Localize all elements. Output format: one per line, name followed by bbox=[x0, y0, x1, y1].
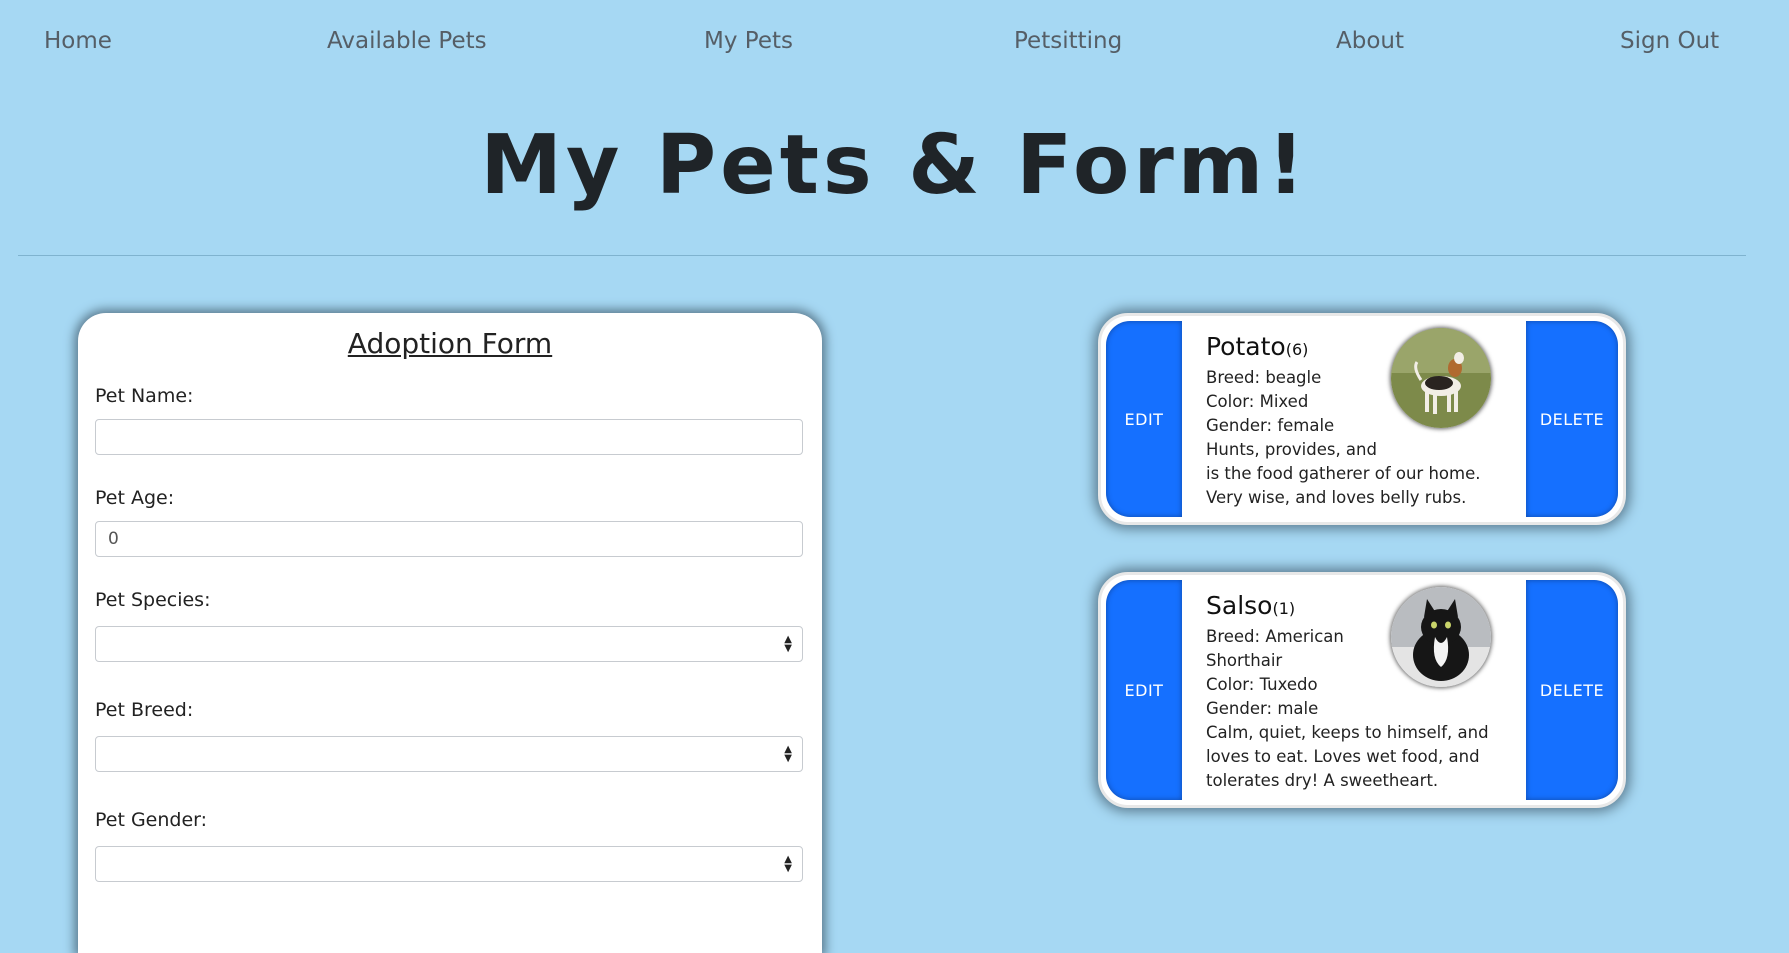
pet-name: Salso(1) bbox=[1206, 591, 1295, 620]
adoption-form: Adoption Form Pet Name: Pet Age: 0 Pet S… bbox=[78, 313, 822, 953]
delete-button[interactable]: DELETE bbox=[1526, 321, 1618, 517]
select-arrows-icon: ▲ ▼ bbox=[784, 634, 792, 654]
title-divider bbox=[18, 255, 1746, 256]
nav-my-pets[interactable]: My Pets bbox=[704, 28, 793, 54]
page-title: My Pets & Form! bbox=[480, 118, 1309, 213]
select-arrows-icon: ▲ ▼ bbox=[784, 854, 792, 874]
nav-about[interactable]: About bbox=[1336, 28, 1404, 54]
nav-home[interactable]: Home bbox=[44, 28, 112, 54]
select-arrows-icon: ▲ ▼ bbox=[784, 744, 792, 764]
tuxedo-cat-photo bbox=[1391, 587, 1491, 687]
edit-button[interactable]: EDIT bbox=[1106, 321, 1182, 517]
pet-gender-select[interactable]: ▲ ▼ bbox=[95, 846, 803, 882]
pet-name: Potato(6) bbox=[1206, 332, 1308, 361]
pet-age-label: Pet Age: bbox=[95, 487, 175, 509]
pet-description-line: loves to eat. Loves wet food, and bbox=[1206, 747, 1480, 766]
main-nav: Home Available Pets My Pets Petsitting A… bbox=[0, 0, 1789, 86]
pet-description-line: Calm, quiet, keeps to himself, and bbox=[1206, 723, 1489, 742]
pet-description-line: tolerates dry! A sweetheart. bbox=[1206, 771, 1439, 790]
delete-button[interactable]: DELETE bbox=[1526, 580, 1618, 800]
form-heading: Adoption Form bbox=[347, 327, 553, 360]
pet-card-salso: EDIT Salso(1) Breed: American Shorthair … bbox=[1098, 572, 1626, 808]
pet-card-potato: EDIT Potato(6) Breed: beagle Color: Mixe… bbox=[1098, 313, 1626, 525]
edit-button[interactable]: EDIT bbox=[1106, 580, 1182, 800]
pet-description-line: Very wise, and loves belly rubs. bbox=[1206, 488, 1467, 507]
pet-gender-label: Pet Gender: bbox=[95, 809, 208, 831]
pet-name-label: Pet Name: bbox=[95, 385, 194, 407]
nav-sign-out[interactable]: Sign Out bbox=[1620, 28, 1719, 54]
pet-description-line: is the food gatherer of our home. bbox=[1206, 464, 1481, 483]
pet-breed-select[interactable]: ▲ ▼ bbox=[95, 736, 803, 772]
pet-species-select[interactable]: ▲ ▼ bbox=[95, 626, 803, 662]
pet-gender: Gender: male bbox=[1206, 699, 1319, 718]
pet-breed-label: Pet Breed: bbox=[95, 699, 194, 721]
pet-description-line: Hunts, provides, and bbox=[1206, 440, 1377, 459]
pet-species-label: Pet Species: bbox=[95, 589, 211, 611]
beagle-dog-photo bbox=[1391, 328, 1491, 428]
pet-name-text: Salso bbox=[1206, 591, 1273, 620]
pet-age: (6) bbox=[1285, 340, 1309, 359]
pet-age: (1) bbox=[1272, 599, 1296, 618]
pet-age-input[interactable]: 0 bbox=[95, 521, 803, 557]
pet-name-input[interactable] bbox=[95, 419, 803, 455]
pet-name-text: Potato bbox=[1206, 332, 1286, 361]
nav-available-pets[interactable]: Available Pets bbox=[327, 28, 487, 54]
nav-petsitting[interactable]: Petsitting bbox=[1014, 28, 1122, 54]
